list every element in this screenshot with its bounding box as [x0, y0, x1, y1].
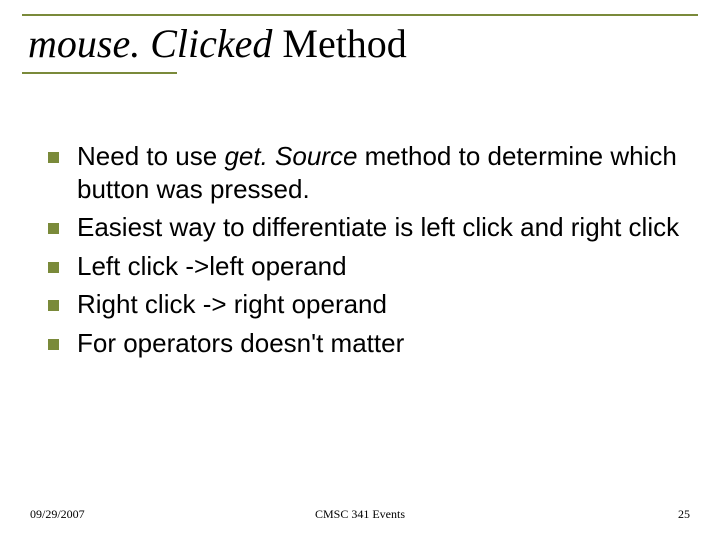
bullet-icon: [48, 262, 59, 273]
text-italic: get. Source: [224, 141, 357, 171]
bullet-text: For operators doesn't matter: [77, 327, 404, 360]
footer-center: CMSC 341 Events: [30, 507, 690, 522]
title-rule-top: [22, 14, 698, 16]
bullet-icon: [48, 339, 59, 350]
bullet-text: Need to use get. Source method to determ…: [77, 140, 680, 205]
text-pre: For operators doesn't matter: [77, 328, 404, 358]
list-item: Need to use get. Source method to determ…: [48, 140, 680, 205]
text-pre: Left click ->left operand: [77, 251, 347, 281]
text-pre: Easiest way to differentiate is left cli…: [77, 212, 679, 242]
list-item: Easiest way to differentiate is left cli…: [48, 211, 680, 244]
list-item: Left click ->left operand: [48, 250, 680, 283]
bullet-icon: [48, 152, 59, 163]
title-rest: Method: [272, 21, 406, 66]
title-italic: mouse. Clicked: [28, 21, 272, 66]
list-item: Right click -> right operand: [48, 288, 680, 321]
title-rule-bottom: [22, 72, 177, 74]
bullet-icon: [48, 300, 59, 311]
slide-title: mouse. Clicked Method: [28, 22, 698, 66]
bullet-icon: [48, 223, 59, 234]
title-area: mouse. Clicked Method: [22, 14, 698, 74]
bullet-text: Easiest way to differentiate is left cli…: [77, 211, 679, 244]
slide: mouse. Clicked Method Need to use get. S…: [0, 0, 720, 540]
bullet-text: Left click ->left operand: [77, 250, 347, 283]
bullet-text: Right click -> right operand: [77, 288, 387, 321]
footer-page-number: 25: [678, 507, 690, 522]
text-pre: Right click -> right operand: [77, 289, 387, 319]
slide-body: Need to use get. Source method to determ…: [48, 140, 680, 365]
text-pre: Need to use: [77, 141, 224, 171]
list-item: For operators doesn't matter: [48, 327, 680, 360]
